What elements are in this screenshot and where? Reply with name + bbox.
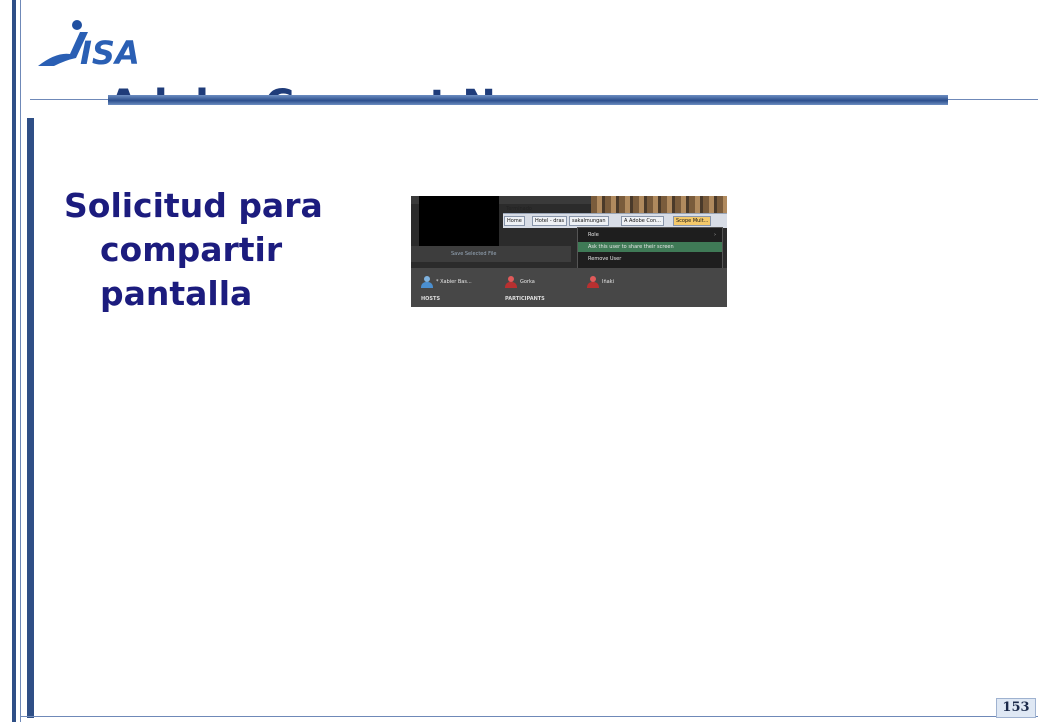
logo-text: ISA [80,34,140,72]
menu-item-label: Role [588,232,599,238]
user-name: * Xabier Bas... [436,279,472,285]
user-name: Gorka [520,279,535,285]
section-hosts: HOSTS [421,296,441,302]
bottom-rule [20,716,1038,717]
user-avatar-icon [421,276,433,288]
frame-bar-inner [27,118,34,718]
frame-line-thin [20,0,21,722]
slide: Adobe Connect Now ISA Solicitud para com… [0,0,1038,722]
title-band [108,95,948,105]
taskbar-status: Terminado [506,206,532,212]
user-avatar-icon [587,276,599,288]
taskbar-item[interactable]: Home [504,216,525,226]
frame-bar-left [12,0,16,722]
isa-logo: ISA [38,20,140,72]
save-selected-file-button[interactable]: Save Selected File [451,251,497,257]
user-name: Iñaki [602,279,614,285]
taskbar-item[interactable]: sakalmungan [569,216,609,226]
page-number: 153 [996,698,1036,718]
taskbar-item[interactable]: A Adobe Con... [621,216,664,226]
taskbar-item[interactable]: Hotel - dras [532,216,568,226]
user-context-menu: Role › Ask this user to share their scre… [577,227,723,269]
bullet-line-1: Solicitud para [64,186,323,225]
background-photo [591,196,727,214]
attendee-panel [411,268,727,307]
menu-item-role[interactable]: Role › [578,230,722,240]
bullet-line-3: pantalla [100,274,253,313]
user-avatar-icon [505,276,517,288]
bullet-line-2: compartir [100,230,283,269]
bullet-text: Solicitud para compartir pantalla [64,184,384,316]
submenu-arrow-icon: › [714,232,716,238]
menu-item-ask-share-screen[interactable]: Ask this user to share their screen [578,242,722,252]
taskbar-item-active[interactable]: Scope Mult... [673,216,712,226]
adobe-connect-screenshot: Terminado Home Hotel - dras sakalmungan … [411,196,727,307]
section-participants: PARTICIPANTS [505,296,545,302]
menu-item-remove-user[interactable]: Remove User [578,254,722,264]
